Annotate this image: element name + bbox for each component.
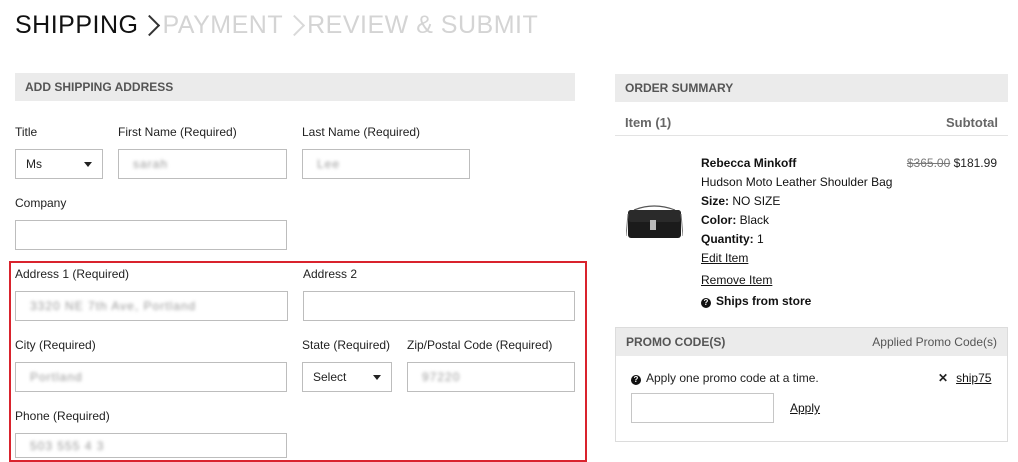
chevron-right-icon <box>285 13 305 37</box>
title-label: Title <box>15 125 38 139</box>
caret-down-icon <box>84 161 92 167</box>
city-value: Portland <box>30 370 83 384</box>
edit-item-link[interactable]: Edit Item <box>701 251 748 265</box>
question-icon[interactable]: ? <box>701 297 711 308</box>
quantity-value: 1 <box>757 232 764 246</box>
step-review-submit: REVIEW & SUBMIT <box>307 10 539 39</box>
checkout-progress: SHIPPING PAYMENT REVIEW & SUBMIT <box>15 8 538 42</box>
address2-label: Address 2 <box>303 267 358 281</box>
subtotal-label: Subtotal <box>946 114 998 130</box>
city-label: City (Required) <box>15 338 96 352</box>
last-name-value: Lee <box>317 157 341 171</box>
title-select-value: Ms <box>26 157 42 171</box>
company-label: Company <box>15 196 67 210</box>
question-icon[interactable]: ? <box>631 374 641 385</box>
sale-price: $181.99 <box>953 156 997 170</box>
apply-promo-link[interactable]: Apply <box>790 401 820 415</box>
chevron-right-icon <box>140 13 160 37</box>
promo-header-label: PROMO CODE(S) <box>626 335 726 349</box>
city-field[interactable]: Portland <box>15 362 287 392</box>
company-field[interactable] <box>15 220 287 250</box>
first-name-value: sarah <box>133 157 169 171</box>
product-quantity: Quantity: 1 <box>701 232 764 246</box>
address1-value: 3320 NE 7th Ave, Portland <box>30 299 197 313</box>
order-summary-header: ORDER SUMMARY <box>615 74 1008 102</box>
address2-field[interactable] <box>303 291 575 321</box>
zip-field[interactable]: 97220 <box>407 362 575 392</box>
product-price: $365.00 $181.99 <box>907 156 997 170</box>
quantity-label: Quantity: <box>701 232 754 246</box>
applied-promo-code-link[interactable]: ship75 <box>956 371 991 385</box>
item-count: Item (1) <box>625 114 672 130</box>
product-image[interactable] <box>626 204 683 240</box>
color-label: Color: <box>701 213 737 227</box>
shipping-section-header: ADD SHIPPING ADDRESS <box>15 73 575 101</box>
color-value: Black <box>739 213 770 227</box>
ships-from-text: Ships from store <box>716 294 812 308</box>
size-value: NO SIZE <box>732 194 781 208</box>
phone-field[interactable]: 503 555 4 3 <box>15 433 287 458</box>
zip-value: 97220 <box>422 370 461 384</box>
product-brand: Rebecca Minkoff <box>701 156 797 170</box>
size-label: Size: <box>701 194 730 208</box>
caret-down-icon <box>373 374 381 380</box>
step-payment: PAYMENT <box>162 10 284 39</box>
first-name-field[interactable]: sarah <box>118 149 287 179</box>
order-summary-column-headers: Item (1) Subtotal <box>615 109 1008 136</box>
promo-note-text: Apply one promo code at a time. <box>646 371 819 385</box>
promo-code-panel: PROMO CODE(S) Applied Promo Code(s) ? App… <box>615 327 1008 442</box>
title-select[interactable]: Ms <box>15 149 103 179</box>
address1-field[interactable]: 3320 NE 7th Ave, Portland <box>15 291 288 321</box>
address1-label: Address 1 (Required) <box>15 267 130 281</box>
zip-label: Zip/Postal Code (Required) <box>407 338 553 352</box>
remove-item-link[interactable]: Remove Item <box>701 273 772 287</box>
last-name-label: Last Name (Required) <box>302 125 421 139</box>
promo-note: ? Apply one promo code at a time. <box>631 371 819 385</box>
phone-value: 503 555 4 3 <box>30 438 105 453</box>
last-name-field[interactable]: Lee <box>302 149 470 179</box>
product-size: Size: NO SIZE <box>701 194 780 208</box>
step-shipping: SHIPPING <box>15 10 139 39</box>
applied-promo-code: ✕ ship75 <box>938 371 991 385</box>
phone-label: Phone (Required) <box>15 409 110 423</box>
state-label: State (Required) <box>302 338 391 352</box>
first-name-label: First Name (Required) <box>118 125 237 139</box>
ships-from-store: ? Ships from store <box>701 294 811 308</box>
original-price: $365.00 <box>906 156 951 170</box>
state-select[interactable]: Select <box>302 362 392 392</box>
product-name: Hudson Moto Leather Shoulder Bag <box>701 175 893 189</box>
remove-promo-icon[interactable]: ✕ <box>938 371 948 385</box>
product-color: Color: Black <box>701 213 769 227</box>
state-select-value: Select <box>313 370 347 384</box>
promo-header: PROMO CODE(S) Applied Promo Code(s) <box>616 328 1007 356</box>
promo-code-input[interactable] <box>631 393 774 423</box>
applied-promo-header: Applied Promo Code(s) <box>872 335 997 349</box>
